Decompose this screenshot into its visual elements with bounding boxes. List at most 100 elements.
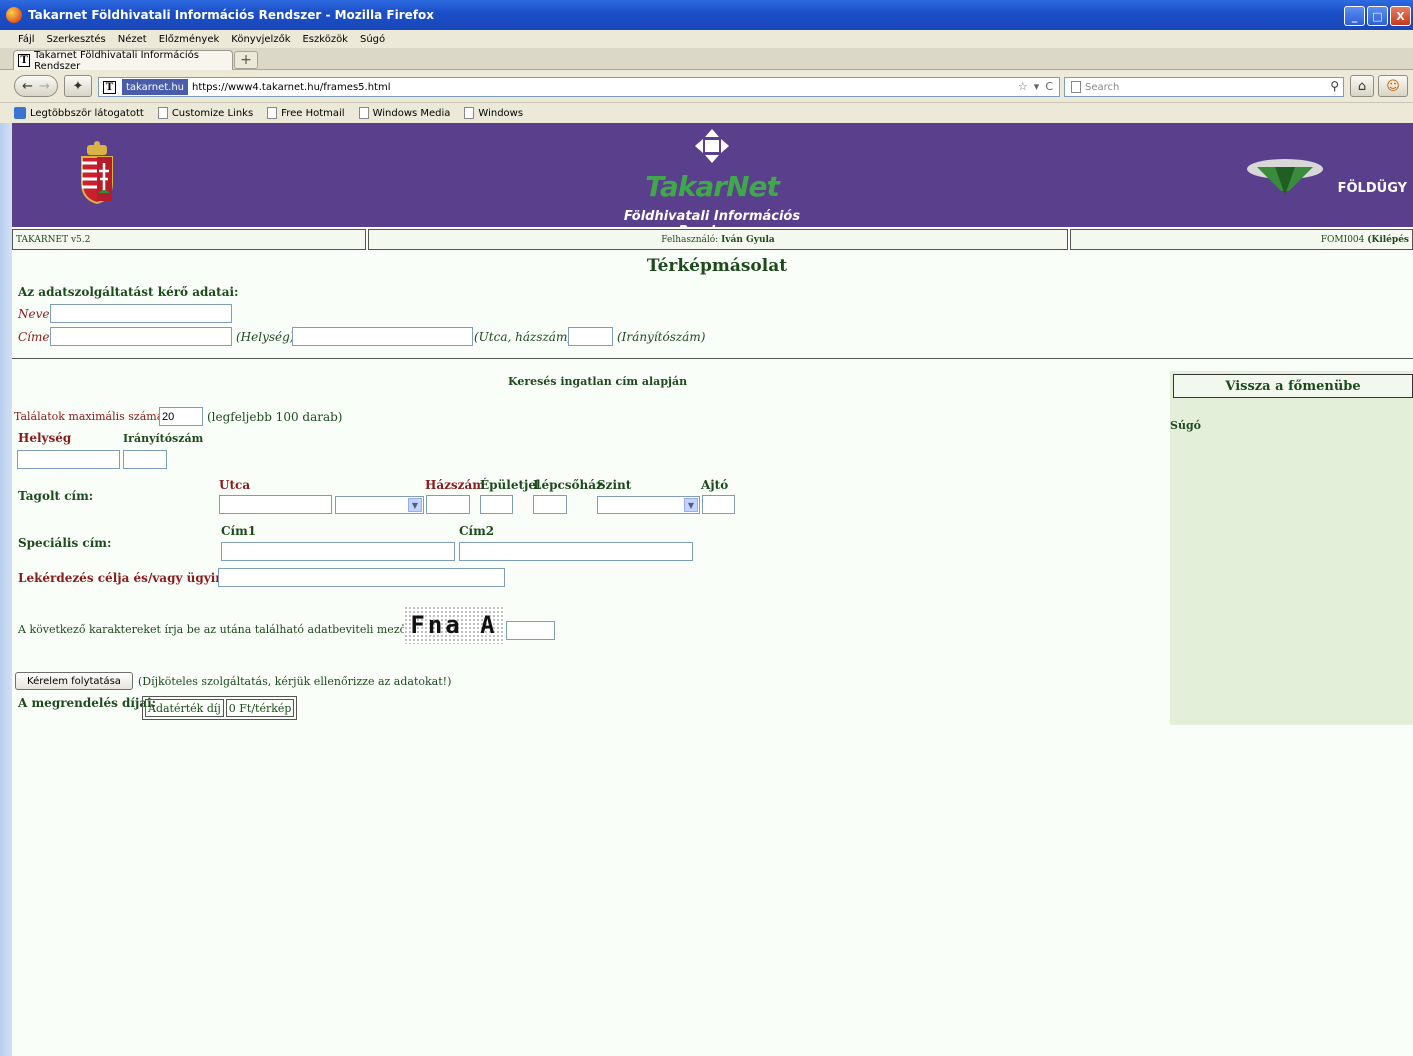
page-icon bbox=[464, 107, 475, 119]
forward-arrow-icon[interactable]: → bbox=[39, 79, 50, 94]
menu-item-tools[interactable]: Eszközök bbox=[302, 34, 348, 45]
locality-hint: (Helység) bbox=[236, 330, 295, 344]
main-content: Térképmásolat Az adatszolgáltatást kérő … bbox=[12, 250, 1413, 1056]
bookmark-windows-media[interactable]: Windows Media bbox=[358, 107, 450, 119]
chevron-down-icon[interactable]: ▼ bbox=[408, 498, 422, 512]
search-locality-input[interactable] bbox=[17, 450, 120, 469]
bookmark-free-hotmail[interactable]: Free Hotmail bbox=[267, 107, 345, 119]
addon-face-button[interactable]: ☺ bbox=[1378, 75, 1408, 97]
close-button[interactable]: X bbox=[1390, 6, 1411, 26]
home-icon: ⌂ bbox=[1357, 78, 1367, 94]
special-address-label: Speciális cím: bbox=[18, 536, 112, 550]
window-titlebar: Takarnet Földhivatali Információs Rendsz… bbox=[0, 0, 1413, 30]
zip-hint: (Irányítószám) bbox=[617, 330, 706, 344]
status-row: TAKARNET v5.2 Felhasználó: Iván Gyula FO… bbox=[12, 229, 1413, 250]
max-results-note: (legfeljebb 100 darab) bbox=[207, 410, 343, 424]
continue-request-button[interactable]: Kérelem folytatása bbox=[15, 672, 133, 690]
site-identity-badge[interactable]: takarnet.hu bbox=[122, 79, 188, 95]
name-input[interactable] bbox=[50, 304, 232, 323]
url-bar[interactable]: T takarnet.hu https://www4.takarnet.hu/f… bbox=[98, 77, 1060, 97]
name-label: Neve bbox=[18, 307, 50, 321]
locality-input[interactable] bbox=[50, 327, 232, 346]
fees-label: A megrendelés díjai: bbox=[18, 696, 157, 710]
max-results-input[interactable] bbox=[159, 407, 203, 426]
version-cell: TAKARNET v5.2 bbox=[12, 229, 366, 250]
version-label: TAKARNET v5.2 bbox=[16, 234, 91, 245]
door-input[interactable] bbox=[702, 495, 735, 514]
street-name-input[interactable] bbox=[219, 495, 332, 514]
search-engine-icon[interactable] bbox=[1071, 81, 1081, 93]
help-link[interactable]: Súgó bbox=[1170, 419, 1201, 432]
logout-link[interactable]: (Kilépés bbox=[1367, 235, 1409, 245]
captcha-input[interactable] bbox=[506, 621, 555, 640]
back-to-main-menu-button[interactable]: Vissza a főmenübe bbox=[1173, 374, 1413, 398]
door-column-label: Ajtó bbox=[701, 478, 729, 492]
home-button[interactable]: ⌂ bbox=[1350, 75, 1374, 97]
bookmark-customize-links[interactable]: Customize Links bbox=[157, 107, 253, 119]
fee-name-cell: Adatérték díj bbox=[145, 699, 224, 717]
url-text[interactable]: https://www4.takarnet.hu/frames5.html bbox=[192, 82, 390, 93]
tab-takarnet[interactable]: T Takarnet Földhivatali Információs Rend… bbox=[13, 49, 233, 72]
zip-input[interactable] bbox=[568, 327, 613, 346]
staircase-input[interactable] bbox=[533, 495, 567, 514]
captcha-image: Fna A bbox=[404, 606, 504, 644]
house-number-column-label: Házszám bbox=[425, 478, 485, 492]
new-tab-button[interactable]: + bbox=[234, 51, 258, 69]
takarnet-logo: TakarNet Földhivatali Információs Rendsz… bbox=[592, 129, 832, 239]
dropdown-icon[interactable]: ▾ bbox=[1034, 80, 1040, 93]
building-input[interactable] bbox=[480, 495, 513, 514]
floor-select[interactable]: ▼ bbox=[597, 496, 700, 514]
bookmark-most-visited[interactable]: Legtöbbször látogatott bbox=[14, 107, 144, 119]
takarnet-emblem-icon bbox=[695, 129, 729, 163]
maximize-button[interactable]: □ bbox=[1367, 6, 1388, 26]
street-input[interactable] bbox=[292, 327, 473, 346]
captcha-prompt: A következő karaktereket írja be az után… bbox=[18, 623, 424, 636]
address1-input[interactable] bbox=[221, 542, 455, 561]
address2-input[interactable] bbox=[459, 542, 693, 561]
addon-button[interactable]: ✦ bbox=[64, 75, 92, 97]
desktop-strip bbox=[0, 123, 12, 1056]
staircase-column-label: Lépcsőház bbox=[533, 478, 603, 492]
bookmark-windows[interactable]: Windows bbox=[464, 107, 523, 119]
bookmark-star-icon[interactable]: ☆ bbox=[1018, 80, 1028, 93]
page-icon bbox=[358, 107, 369, 119]
navigation-bar: ← → ✦ T takarnet.hu https://www4.takarne… bbox=[0, 70, 1413, 103]
building-column-label: Épületjel bbox=[480, 478, 541, 492]
purpose-input[interactable] bbox=[218, 568, 505, 587]
menu-item-help[interactable]: Súgó bbox=[360, 34, 385, 45]
menu-item-edit[interactable]: Szerkesztés bbox=[47, 34, 106, 45]
user-cell: Felhasználó: Iván Gyula bbox=[368, 229, 1068, 250]
page-icon bbox=[157, 107, 168, 119]
zip-column-label: Irányítószám bbox=[123, 432, 204, 445]
search-icon[interactable]: ⚲ bbox=[1330, 79, 1339, 93]
back-arrow-icon[interactable]: ← bbox=[22, 79, 33, 94]
minimize-button[interactable]: _ bbox=[1344, 6, 1365, 26]
page-icon bbox=[267, 107, 278, 119]
fee-value-cell: 0 Ft/térkép bbox=[225, 699, 295, 717]
menu-item-history[interactable]: Előzmények bbox=[159, 34, 220, 45]
search-bar[interactable]: Search ⚲ bbox=[1064, 77, 1344, 97]
max-results-label: Találatok maximális száma: bbox=[14, 410, 167, 423]
smiley-icon: ☺ bbox=[1386, 78, 1400, 94]
search-zip-input[interactable] bbox=[123, 450, 167, 469]
back-forward-button[interactable]: ← → bbox=[14, 75, 58, 97]
chevron-down-icon[interactable]: ▼ bbox=[684, 498, 698, 512]
user-label: Felhasználó: bbox=[661, 234, 719, 245]
reload-icon[interactable]: C bbox=[1045, 80, 1053, 93]
logo-wordmark: TakarNet bbox=[645, 170, 780, 203]
tab-label: Takarnet Földhivatali Információs Rendsz… bbox=[34, 49, 199, 72]
address-label: Címe bbox=[18, 330, 50, 344]
page-title: Térképmásolat bbox=[646, 256, 788, 276]
locality-column-label: Helység bbox=[18, 431, 72, 445]
house-number-input[interactable] bbox=[426, 495, 470, 514]
paw-icon: ✦ bbox=[72, 78, 84, 94]
menu-item-file[interactable]: Fájl bbox=[18, 34, 35, 45]
menu-item-view[interactable]: Nézet bbox=[118, 34, 147, 45]
street-column-label: Utca bbox=[219, 478, 251, 492]
street-type-select[interactable]: ▼ bbox=[335, 496, 424, 514]
right-sidebar: Vissza a főmenübe Súgó bbox=[1170, 371, 1413, 725]
fees-table: Adatérték díj 0 Ft/térkép bbox=[142, 696, 298, 720]
site-favicon-icon: T bbox=[18, 54, 31, 67]
divider bbox=[12, 358, 1413, 359]
menu-item-bookmarks[interactable]: Könyvjelzők bbox=[231, 34, 290, 45]
